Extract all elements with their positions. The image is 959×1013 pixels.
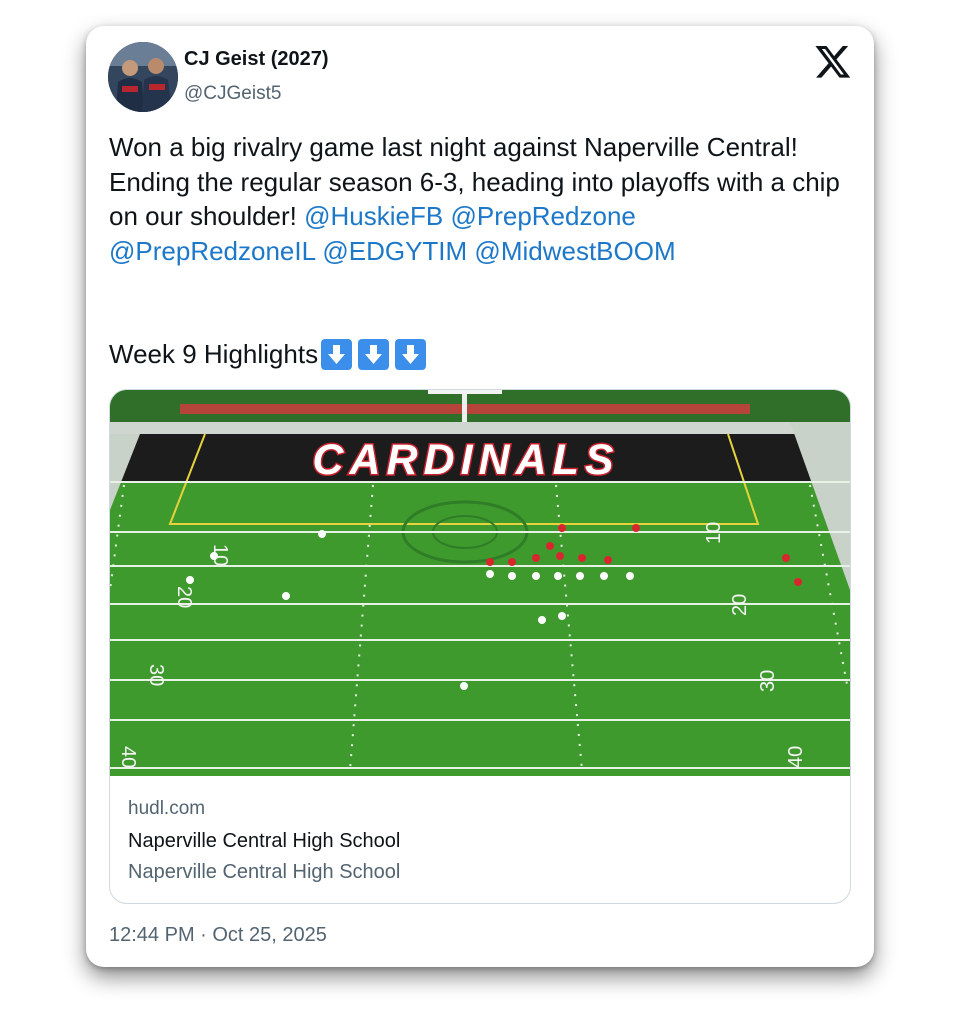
link-preview-card[interactable]: CARDINALS 10 20 30 40 10 20 30 40 hudl.c… (109, 389, 851, 904)
down-arrow-emoji-icon (358, 338, 390, 370)
link-title: Naperville Central High School (128, 830, 401, 852)
yard-number: 30 (757, 670, 779, 692)
author-handle[interactable]: @CJGeist5 (184, 83, 281, 105)
author-name[interactable]: CJ Geist (2027) (184, 48, 329, 71)
mention-link[interactable]: @PrepRedzone (450, 201, 635, 231)
tweet-timestamp[interactable]: 12:44 PM · Oct 25, 2025 (109, 924, 327, 947)
mention-link[interactable]: @EDGYTIM (322, 236, 467, 266)
link-domain: hudl.com (128, 798, 206, 819)
yard-number: 20 (729, 594, 751, 616)
avatar[interactable] (108, 42, 178, 112)
x-logo-icon[interactable] (814, 42, 852, 80)
yard-number: 10 (703, 522, 725, 544)
highlights-line: Week 9 Highlights (109, 337, 427, 371)
down-arrow-emoji-icon (321, 338, 353, 370)
link-preview-image: CARDINALS 10 20 30 40 10 20 30 40 (110, 390, 850, 776)
yard-number: 20 (173, 586, 195, 608)
down-arrow-emoji-icon (395, 338, 427, 370)
endzone-text: CARDINALS (312, 436, 619, 484)
mention-link[interactable]: @PrepRedzoneIL (109, 236, 315, 266)
tweet-text: Won a big rivalry game last night agains… (109, 130, 849, 268)
yard-number: 40 (785, 746, 807, 768)
yard-number: 40 (117, 746, 139, 768)
yard-number: 30 (145, 664, 167, 686)
highlights-text: Week 9 Highlights (109, 339, 319, 369)
mention-link[interactable]: @MidwestBOOM (474, 236, 675, 266)
tweet-card: CJ Geist (2027) @CJGeist5 Won a big riva… (86, 26, 874, 967)
link-description: Naperville Central High School (128, 861, 401, 883)
mention-link[interactable]: @HuskieFB (304, 201, 443, 231)
